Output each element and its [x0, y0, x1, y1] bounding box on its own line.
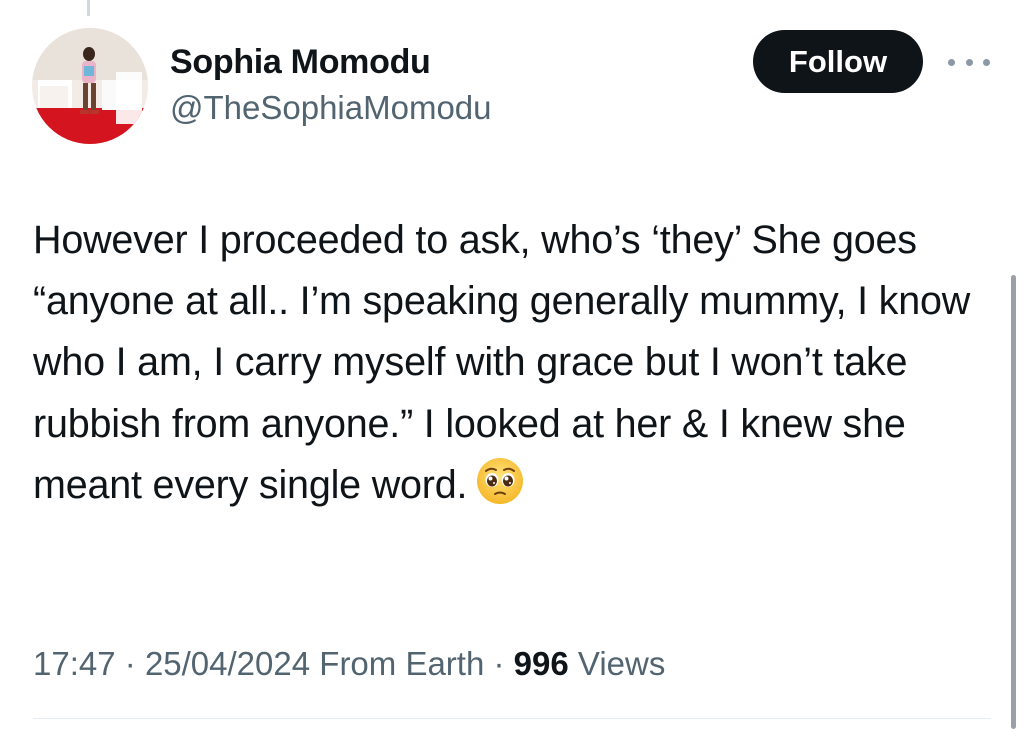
follow-button[interactable]: Follow [753, 30, 923, 93]
views-count: 996 [513, 645, 569, 682]
meta-separator: · [493, 645, 505, 682]
tweet-date[interactable]: 25/04/2024 [145, 645, 310, 682]
author-info: Sophia Momodu @TheSophiaMomodu [170, 40, 492, 130]
thread-connector-line [87, 0, 90, 16]
meta-separator: · [124, 645, 136, 682]
author-handle[interactable]: @TheSophiaMomodu [170, 86, 492, 130]
views-label: Views [577, 645, 666, 682]
more-horizontal-icon[interactable] [948, 55, 990, 69]
author-display-name[interactable]: Sophia Momodu [170, 40, 492, 84]
avatar-photo [32, 28, 148, 144]
scrollbar[interactable] [1011, 275, 1016, 729]
divider [33, 718, 991, 719]
more-dot [983, 58, 990, 66]
tweet-meta: 17:47 · 25/04/2024 From Earth · 996 View… [33, 640, 665, 688]
more-dot [948, 58, 955, 66]
more-dot [965, 58, 973, 66]
avatar[interactable] [32, 28, 148, 144]
tweet-body: However I proceeded to ask, who’s ‘they’… [33, 210, 993, 524]
tweet-source: From Earth [319, 645, 485, 682]
tweet-time[interactable]: 17:47 [33, 645, 116, 682]
pleading-face-emoji [475, 456, 525, 524]
